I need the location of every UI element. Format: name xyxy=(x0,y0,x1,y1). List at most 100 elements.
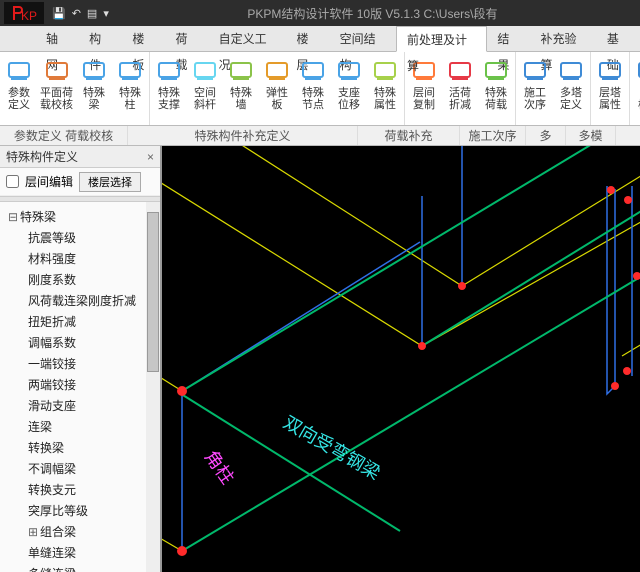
ribbon-group-1: 特殊 支撑空间 斜杆特殊 墙弹性 板特殊 节点支座 位移特殊 属性 xyxy=(150,52,405,125)
params-label: 参数 定义 xyxy=(8,87,30,111)
special-attr-icon xyxy=(370,56,400,86)
tree-item-label: 单缝连梁 xyxy=(28,546,76,560)
special-wall-label: 特殊 墙 xyxy=(230,87,252,111)
special-brace-icon xyxy=(154,56,184,86)
tree-item-7[interactable]: 一端铰接 xyxy=(0,353,160,374)
special-col-label: 特殊 柱 xyxy=(119,87,141,111)
tree-item-13[interactable]: 转换支元 xyxy=(0,479,160,500)
beams-green xyxy=(178,146,640,551)
model-viewport[interactable]: 双向受弯钢梁 角柱 xyxy=(162,146,640,572)
tree-item-1[interactable]: 抗震等级 xyxy=(0,227,160,248)
tree-item-14[interactable]: 突厚比等级 xyxy=(0,500,160,521)
special-load-label: 特殊 荷载 xyxy=(485,87,507,111)
tree-item-label: 扭矩折减 xyxy=(28,315,76,329)
multi-tower-button[interactable]: 多塔 定义 xyxy=(553,54,589,123)
multi-model-icon xyxy=(634,56,640,86)
column-label-magenta: 角柱 xyxy=(201,447,238,488)
elastic-plate-label: 弹性 板 xyxy=(266,87,288,111)
special-col-button[interactable]: 特殊 柱 xyxy=(112,54,148,123)
close-icon[interactable]: × xyxy=(147,150,154,164)
tree-item-17[interactable]: 多缝连梁 xyxy=(0,563,160,572)
tab-5[interactable]: 楼层 xyxy=(287,26,330,52)
scrollbar[interactable] xyxy=(146,202,160,572)
live-load-red-label: 活荷 折减 xyxy=(449,87,471,111)
special-wall-button[interactable]: 特殊 墙 xyxy=(223,54,259,123)
tab-2[interactable]: 楼板 xyxy=(122,26,165,52)
params-icon xyxy=(4,56,34,86)
tree-twisty-icon[interactable]: ⊞ xyxy=(28,525,38,539)
tab-9[interactable]: 补充验算 xyxy=(531,26,597,52)
tree-item-12[interactable]: 不调幅梁 xyxy=(0,458,160,479)
special-brace-button[interactable]: 特殊 支撑 xyxy=(151,54,187,123)
tab-3[interactable]: 荷载 xyxy=(165,26,208,52)
qa-undo-icon[interactable]: ↶ xyxy=(72,7,81,20)
tree-item-6[interactable]: 调幅系数 xyxy=(0,332,160,353)
tab-1[interactable]: 构件 xyxy=(79,26,122,52)
multi-model-button[interactable]: 多 模型 xyxy=(631,54,640,123)
tree-item-label: 转换支元 xyxy=(28,483,76,497)
ribbon: 参数 定义平面荷 载校核特殊 梁特殊 柱特殊 支撑空间 斜杆特殊 墙弹性 板特殊… xyxy=(0,52,640,126)
special-attr-button[interactable]: 特殊 属性 xyxy=(367,54,403,123)
const-seq-button[interactable]: 施工 次序 xyxy=(517,54,553,123)
tree-item-0[interactable]: ⊟特殊梁 xyxy=(0,206,160,227)
special-beam-button[interactable]: 特殊 梁 xyxy=(76,54,112,123)
multi-tower-icon xyxy=(556,56,586,86)
tree-item-8[interactable]: 两端铰接 xyxy=(0,374,160,395)
space-diagonal-button[interactable]: 空间 斜杆 xyxy=(187,54,223,123)
const-seq-icon xyxy=(520,56,550,86)
special-node-button[interactable]: 特殊 节点 xyxy=(295,54,331,123)
tab-6[interactable]: 空间结构 xyxy=(330,26,396,52)
layer-edit-checkbox[interactable] xyxy=(6,175,19,188)
live-load-red-button[interactable]: 活荷 折减 xyxy=(442,54,478,123)
tree-item-label: 材料强度 xyxy=(28,252,76,266)
side-panel: 特殊构件定义 × 层间编辑 楼层选择 ⊟特殊梁抗震等级材料强度刚度系数风荷载连梁… xyxy=(0,146,162,572)
floor-attr-icon xyxy=(595,56,625,86)
tree-twisty-icon[interactable]: ⊟ xyxy=(8,210,18,224)
beam-label-cyan: 双向受弯钢梁 xyxy=(280,412,384,483)
tree-item-15[interactable]: ⊞组合梁 xyxy=(0,521,160,542)
tab-10[interactable]: 基础 xyxy=(597,26,640,52)
elastic-plate-button[interactable]: 弹性 板 xyxy=(259,54,295,123)
tree-item-11[interactable]: 转换梁 xyxy=(0,437,160,458)
tree-item-2[interactable]: 材料强度 xyxy=(0,248,160,269)
support-disp-icon xyxy=(334,56,364,86)
tree-item-label: 组合梁 xyxy=(40,525,76,539)
tree-item-5[interactable]: 扭矩折减 xyxy=(0,311,160,332)
support-disp-button[interactable]: 支座 位移 xyxy=(331,54,367,123)
special-attr-label: 特殊 属性 xyxy=(374,87,396,111)
space-diagonal-icon xyxy=(190,56,220,86)
tree-item-label: 多缝连梁 xyxy=(28,567,76,572)
ribbon-group-3: 施工 次序多塔 定义 xyxy=(516,52,591,125)
tree-item-label: 连梁 xyxy=(28,420,52,434)
side-panel-header: 特殊构件定义 × xyxy=(0,146,160,168)
tab-8[interactable]: 结果 xyxy=(487,26,530,52)
tab-7[interactable]: 前处理及计算 xyxy=(396,26,487,52)
tree-item-label: 一端铰接 xyxy=(28,357,76,371)
special-load-button[interactable]: 特殊 荷载 xyxy=(478,54,514,123)
tree-item-label: 两端铰接 xyxy=(28,378,76,392)
floor-attr-button[interactable]: 层塔 属性 xyxy=(592,54,628,123)
tree-item-9[interactable]: 滑动支座 xyxy=(0,395,160,416)
floor-select-button[interactable]: 楼层选择 xyxy=(79,172,141,192)
tree-item-10[interactable]: 连梁 xyxy=(0,416,160,437)
tree-item-label: 调幅系数 xyxy=(28,336,76,350)
app-logo: KPM xyxy=(4,2,44,24)
app-title: PKPM结构设计软件 10版 V5.1.3 C:\Users\段有 xyxy=(109,5,636,22)
ribbon-group-2: 层间 复制活荷 折减特殊 荷载 xyxy=(405,52,516,125)
params-button[interactable]: 参数 定义 xyxy=(1,54,37,123)
scrollbar-thumb[interactable] xyxy=(147,212,159,372)
tab-4[interactable]: 自定义工况 xyxy=(209,26,287,52)
layer-edit-label: 层间编辑 xyxy=(25,173,73,190)
live-load-red-icon xyxy=(445,56,475,86)
tree-item-4[interactable]: 风荷载连梁刚度折减 xyxy=(0,290,160,311)
plane-load-button[interactable]: 平面荷 载校核 xyxy=(37,54,76,123)
tree-item-3[interactable]: 刚度系数 xyxy=(0,269,160,290)
tab-0[interactable]: 轴网 xyxy=(36,26,79,52)
tree-item-label: 刚度系数 xyxy=(28,273,76,287)
qa-save-icon[interactable]: 💾 xyxy=(52,7,66,20)
quick-access-toolbar[interactable]: 💾 ↶ ▤ ▾ xyxy=(52,7,109,20)
qa-layers-icon[interactable]: ▤ xyxy=(87,7,97,20)
tree-item-16[interactable]: 单缝连梁 xyxy=(0,542,160,563)
tree-view[interactable]: ⊟特殊梁抗震等级材料强度刚度系数风荷载连梁刚度折减扭矩折减调幅系数一端铰接两端铰… xyxy=(0,202,160,572)
support-disp-label: 支座 位移 xyxy=(338,87,360,111)
